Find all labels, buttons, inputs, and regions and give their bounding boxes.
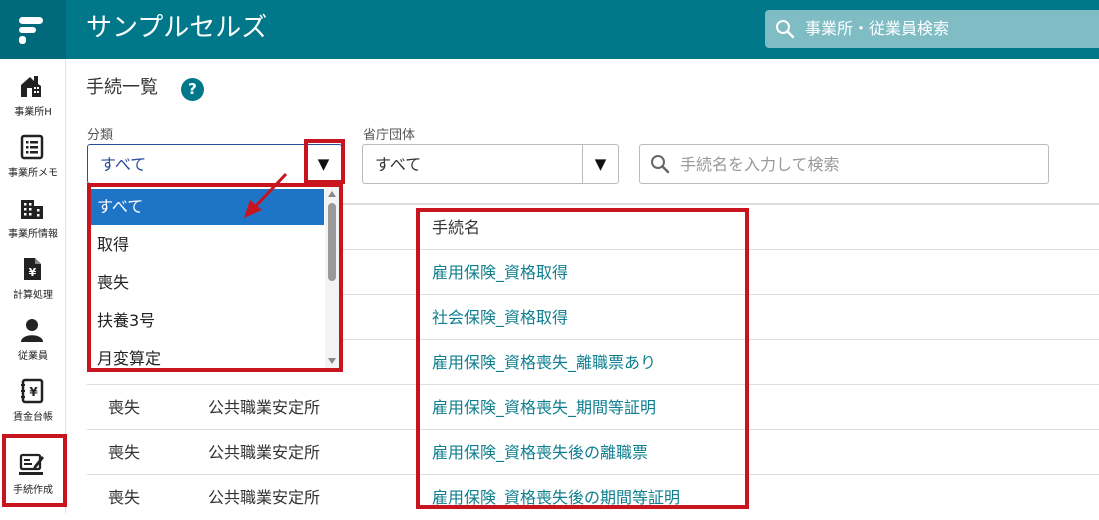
row-category: 喪失 [108,443,141,462]
row-category: 喪失 [108,398,141,417]
building-icon [21,200,43,219]
sidebar-item-employees[interactable]: 従業員 [0,309,66,369]
office-home-icon [21,76,41,97]
agency-select[interactable]: すべて ▼ [362,144,619,184]
search-icon [776,20,795,39]
dropdown-option[interactable]: 取得 [91,227,324,263]
memo-list-icon [20,134,44,160]
category-dropdown-list[interactable]: すべて 取得 喪失 扶養3号 月変算定 [87,183,343,372]
svg-text:¥: ¥ [29,266,37,279]
scroll-down-arrow-icon[interactable] [328,358,336,364]
category-label: 分類 [87,128,114,143]
yen-document-icon: ¥ [24,258,41,280]
sidebar-item-label: 事業所情報 [8,229,58,240]
agency-select-value: すべて [375,155,422,174]
chevron-down-icon[interactable]: ▼ [582,145,618,183]
dropdown-option[interactable]: 扶養3号 [91,303,324,339]
sidebar-item-office-home[interactable]: 事業所H [0,65,66,125]
category-select-value: すべて [100,155,147,174]
row-agency: 公共職業安定所 [208,443,321,462]
sidebar-item-label: 賃金台帳 [13,412,53,423]
agency-label: 省庁団体 [363,128,416,143]
sidebar-item-office-memo[interactable]: 事業所メモ [0,126,66,186]
app-header: サンプルセルズ 事業所・従業員検索 [0,0,1099,59]
dropdown-option[interactable]: 喪失 [91,265,324,301]
sidebar-item-label: 事業所メモ [8,168,58,179]
sidebar-item-label: 計算処理 [13,290,53,301]
row-agency: 公共職業安定所 [208,398,321,417]
logo-icon [19,17,43,44]
dropdown-arrow-highlight-box [304,139,345,184]
search-icon [651,155,670,174]
help-icon[interactable]: ? [181,78,204,101]
sidebar-item-wage-ledger[interactable]: ¥ 賃金台帳 [0,370,66,430]
annotation-arrow-icon [244,172,288,218]
yen-ledger-icon: ¥ [21,378,44,404]
app-title: サンプルセルズ [86,13,268,43]
dropdown-option[interactable]: 月変算定 [91,341,324,368]
sidebar-item-label: 従業員 [18,351,48,362]
procedure-search-input[interactable]: 手続名を入力して検索 [639,144,1049,184]
page-title: 手続一覧 [86,77,158,98]
row-agency: 公共職業安定所 [208,488,321,507]
procedure-search-placeholder: 手続名を入力して検索 [680,155,840,174]
svg-text:¥: ¥ [29,385,38,399]
procedure-name-highlight-box [416,208,749,509]
global-search-placeholder: 事業所・従業員検索 [805,19,950,38]
row-category: 喪失 [108,488,141,507]
sidebar-item-label: 事業所H [14,107,52,118]
sidebar-highlight-box [2,434,67,507]
global-search-input[interactable]: 事業所・従業員検索 [765,10,1099,48]
dropdown-scrollbar[interactable] [325,187,339,368]
scrollbar-thumb[interactable] [328,203,336,281]
scroll-up-arrow-icon[interactable] [328,191,336,197]
person-icon [21,319,43,342]
logo-box[interactable] [0,0,66,59]
sidebar-item-office-info[interactable]: 事業所情報 [0,187,66,247]
sidebar-item-calculation[interactable]: ¥ 計算処理 [0,248,66,308]
